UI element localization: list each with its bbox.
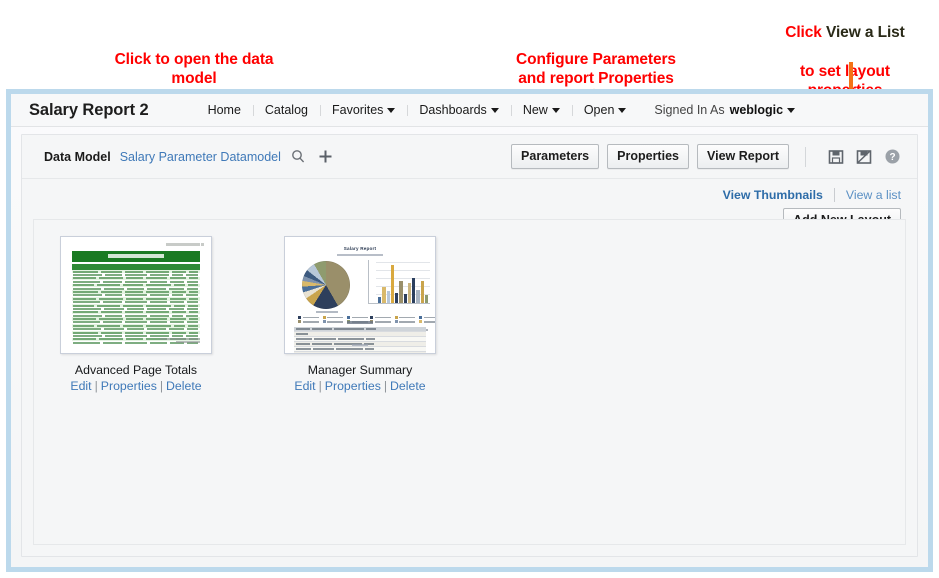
save-icon[interactable] bbox=[828, 149, 844, 165]
chevron-down-icon bbox=[787, 108, 796, 113]
preview-table-title bbox=[347, 321, 373, 324]
preview-bar-chart bbox=[368, 260, 430, 308]
nav-label: Favorites bbox=[332, 103, 384, 117]
annotation-view-a-list-emphasis: View a List bbox=[826, 23, 905, 41]
report-preview-green-table bbox=[68, 243, 204, 347]
properties-button[interactable]: Properties bbox=[607, 144, 689, 169]
action-separator: | bbox=[383, 379, 388, 393]
nav-item-home[interactable]: Home bbox=[196, 103, 253, 117]
toolbar-right-group: Parameters Properties View Report ? bbox=[503, 144, 917, 169]
data-model-label: Data Model bbox=[44, 149, 111, 164]
nav-label: Catalog bbox=[264, 103, 308, 117]
nav-label: New bbox=[522, 103, 548, 117]
view-a-list-link[interactable]: View a list bbox=[846, 188, 901, 202]
current-user: weblogic bbox=[729, 103, 784, 117]
layout-view-switch: View Thumbnails View a list bbox=[723, 188, 901, 202]
preview-table bbox=[294, 327, 426, 353]
properties-link[interactable]: Properties bbox=[101, 379, 157, 393]
help-icon[interactable]: ? bbox=[884, 148, 901, 165]
view-thumbnails-link[interactable]: View Thumbnails bbox=[723, 188, 823, 202]
view-report-button[interactable]: View Report bbox=[696, 144, 789, 169]
list-item: Advanced Page Totals Edit | Properties | Del… bbox=[60, 236, 212, 393]
layout-thumbnail-advanced-page-totals[interactable] bbox=[60, 236, 212, 354]
nav-label: Open bbox=[583, 103, 615, 117]
chevron-down-icon bbox=[551, 108, 560, 113]
nav-label: Dashboards bbox=[419, 103, 487, 117]
report-preview-salary-report: Salary Report bbox=[292, 243, 435, 353]
action-separator: | bbox=[318, 379, 322, 393]
layout-gallery: Advanced Page Totals Edit | Properties | Del… bbox=[33, 219, 906, 545]
annotation-click-word: Click bbox=[785, 23, 827, 41]
chevron-down-icon bbox=[387, 108, 396, 113]
annotation-configure-parameters: Configure Parameters and report Properti… bbox=[516, 51, 676, 87]
signed-in-as[interactable]: Signed In As weblogic bbox=[654, 103, 796, 117]
layouts-region: View Thumbnails View a list Add New Layo… bbox=[22, 179, 917, 556]
parameters-button[interactable]: Parameters bbox=[511, 144, 600, 169]
nav-item-favorites[interactable]: Favorites bbox=[320, 103, 407, 117]
chevron-down-icon bbox=[490, 108, 499, 113]
nav-item-dashboards[interactable]: Dashboards bbox=[407, 103, 510, 117]
delete-link[interactable]: Delete bbox=[390, 379, 426, 393]
layout-name: Advanced Page Totals bbox=[74, 363, 198, 377]
layout-thumbnail-list: Advanced Page Totals Edit | Properties | Del… bbox=[60, 236, 436, 393]
edit-link[interactable]: Edit bbox=[70, 379, 91, 393]
global-navigation: Home Catalog Favorites Dashboards New Op… bbox=[196, 103, 639, 117]
delete-link[interactable]: Delete bbox=[166, 379, 202, 393]
report-toolbar: Data Model Salary Parameter Datamodel Pa… bbox=[22, 135, 917, 179]
preview-page-label bbox=[352, 344, 368, 346]
nav-item-new[interactable]: New bbox=[510, 103, 572, 117]
annotation-open-data-model: Click to open the data model bbox=[114, 51, 274, 87]
nav-label: Home bbox=[207, 103, 241, 117]
save-as-icon[interactable] bbox=[856, 149, 872, 165]
layout-actions: Edit | Properties | Delete bbox=[284, 379, 436, 393]
signed-in-label: Signed In As bbox=[654, 103, 725, 117]
data-model-link[interactable]: Salary Parameter Datamodel bbox=[120, 150, 281, 164]
list-item: Salary Report Manager Summary Edit | Pro… bbox=[284, 236, 436, 393]
edit-link[interactable]: Edit bbox=[294, 379, 315, 393]
layout-name: Manager Summary bbox=[307, 363, 413, 377]
annotation-view-a-list: Click View a List to set layout properti… bbox=[756, 3, 934, 101]
report-editor-panel: Data Model Salary Parameter Datamodel Pa… bbox=[21, 134, 918, 557]
page-title: Salary Report 2 bbox=[29, 100, 149, 119]
action-separator: | bbox=[159, 379, 164, 393]
preview-bar-legend bbox=[370, 316, 435, 324]
layout-thumbnail-manager-summary[interactable]: Salary Report bbox=[284, 236, 436, 354]
svg-text:?: ? bbox=[889, 152, 895, 163]
preview-title: Salary Report bbox=[343, 246, 377, 251]
nav-item-open[interactable]: Open bbox=[571, 103, 639, 117]
app-header: Salary Report 2 Home Catalog Favorites D… bbox=[11, 94, 928, 127]
layout-actions: Edit | Properties | Delete bbox=[60, 379, 212, 393]
plus-icon[interactable] bbox=[318, 149, 333, 164]
nav-item-catalog[interactable]: Catalog bbox=[252, 103, 320, 117]
search-icon[interactable] bbox=[291, 149, 306, 164]
action-separator: | bbox=[94, 379, 98, 393]
preview-pie-chart bbox=[302, 261, 350, 309]
properties-link[interactable]: Properties bbox=[325, 379, 381, 393]
chevron-down-icon bbox=[618, 108, 627, 113]
application-window: Salary Report 2 Home Catalog Favorites D… bbox=[6, 89, 933, 572]
toolbar-divider bbox=[805, 146, 806, 167]
view-switch-divider bbox=[833, 188, 835, 202]
